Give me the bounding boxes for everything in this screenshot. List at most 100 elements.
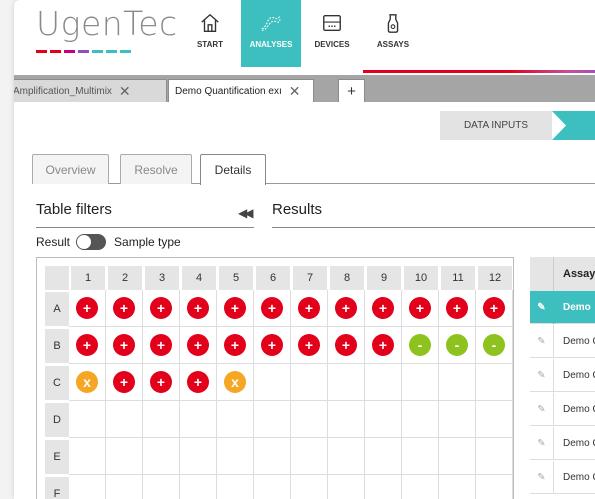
nav-start[interactable]: START (180, 0, 240, 67)
positive-result-well[interactable]: + (187, 371, 209, 393)
result-sample-type-toggle[interactable] (76, 234, 107, 250)
plate-well-cell[interactable]: - (476, 327, 513, 364)
plate-well-cell[interactable]: + (180, 364, 217, 401)
doc-tab-demo-quantification[interactable]: Demo Quantification exı ✕ (168, 79, 314, 102)
plate-column-header[interactable]: 1 (71, 266, 105, 290)
positive-result-well[interactable]: + (298, 297, 320, 319)
invalid-result-well[interactable]: x (76, 371, 98, 393)
collapse-left-icon[interactable]: ◀◀ (238, 206, 254, 220)
doc-tab-amplification[interactable]: Amplification_Multimix ✕ (14, 79, 167, 102)
plate-well-cell[interactable]: + (217, 290, 254, 327)
positive-result-well[interactable]: + (224, 297, 246, 319)
plate-column-header[interactable]: 9 (367, 266, 401, 290)
pencil-icon[interactable]: ✎ (530, 460, 554, 494)
plate-well-cell[interactable] (328, 475, 365, 499)
pencil-icon[interactable]: ✎ (530, 426, 554, 460)
plate-well-cell[interactable] (328, 401, 365, 438)
plate-well-cell[interactable] (365, 438, 402, 475)
plate-well-cell[interactable] (180, 401, 217, 438)
plate-column-header[interactable]: 10 (404, 266, 438, 290)
plate-well-cell[interactable]: - (439, 327, 476, 364)
plate-well-cell[interactable] (180, 475, 217, 499)
plate-well-cell[interactable] (69, 401, 106, 438)
plate-well-cell[interactable]: + (180, 290, 217, 327)
plate-column-header[interactable]: 12 (478, 266, 512, 290)
plate-well-cell[interactable] (439, 438, 476, 475)
plate-well-cell[interactable] (476, 438, 513, 475)
plate-well-cell[interactable] (69, 475, 106, 499)
plate-well-cell[interactable] (217, 401, 254, 438)
plate-well-cell[interactable]: + (106, 364, 143, 401)
plate-column-header[interactable]: 7 (293, 266, 327, 290)
plate-well-cell[interactable]: - (402, 327, 439, 364)
positive-result-well[interactable]: + (261, 297, 283, 319)
plate-well-cell[interactable] (402, 438, 439, 475)
plate-column-header[interactable]: 11 (441, 266, 475, 290)
add-tab-button[interactable]: + (338, 79, 365, 102)
plate-well-cell[interactable] (143, 475, 180, 499)
negative-result-well[interactable]: - (483, 334, 505, 356)
plate-well-cell[interactable]: + (328, 290, 365, 327)
plate-well-cell[interactable] (476, 401, 513, 438)
positive-result-well[interactable]: + (150, 371, 172, 393)
plate-well-cell[interactable]: + (254, 327, 291, 364)
plate-well-cell[interactable]: + (143, 290, 180, 327)
plate-row-header[interactable]: F (45, 477, 69, 499)
pencil-icon[interactable]: ✎ (530, 324, 554, 358)
plate-column-header[interactable]: 4 (182, 266, 216, 290)
positive-result-well[interactable]: + (187, 297, 209, 319)
positive-result-well[interactable]: + (409, 297, 431, 319)
invalid-result-well[interactable]: x (224, 371, 246, 393)
plate-row-header[interactable]: E (45, 440, 69, 474)
table-row[interactable]: ✎ Demo Q (530, 426, 595, 460)
plate-well-cell[interactable]: + (402, 290, 439, 327)
plate-well-cell[interactable] (143, 438, 180, 475)
plate-well-cell[interactable] (365, 475, 402, 499)
tab-resolve[interactable]: Resolve (120, 154, 192, 184)
positive-result-well[interactable]: + (113, 371, 135, 393)
plate-well-cell[interactable] (365, 364, 402, 401)
positive-result-well[interactable]: + (187, 334, 209, 356)
positive-result-well[interactable]: + (446, 297, 468, 319)
plate-well-cell[interactable] (106, 475, 143, 499)
positive-result-well[interactable]: + (261, 334, 283, 356)
plate-well-cell[interactable]: + (439, 290, 476, 327)
plate-well-cell[interactable]: + (106, 327, 143, 364)
plate-well-cell[interactable] (439, 475, 476, 499)
plate-well-cell[interactable]: + (180, 327, 217, 364)
plate-well-cell[interactable] (402, 401, 439, 438)
plate-well-cell[interactable] (217, 438, 254, 475)
positive-result-well[interactable]: + (113, 297, 135, 319)
plate-well-cell[interactable]: + (476, 290, 513, 327)
plate-well-cell[interactable]: + (69, 290, 106, 327)
table-row[interactable]: ✎ Demo (530, 290, 595, 324)
plate-well-cell[interactable] (106, 401, 143, 438)
plate-well-cell[interactable]: + (143, 364, 180, 401)
plate-well-cell[interactable] (439, 364, 476, 401)
table-row[interactable]: ✎ Demo Q (530, 392, 595, 426)
pencil-icon[interactable]: ✎ (530, 290, 554, 324)
plate-well-cell[interactable]: + (291, 290, 328, 327)
plate-well-cell[interactable] (291, 401, 328, 438)
tab-details[interactable]: Details (200, 154, 266, 185)
plate-well-cell[interactable] (328, 364, 365, 401)
plate-well-cell[interactable] (402, 364, 439, 401)
positive-result-well[interactable]: + (372, 297, 394, 319)
plate-well-cell[interactable] (476, 475, 513, 499)
plate-well-cell[interactable]: + (69, 327, 106, 364)
negative-result-well[interactable]: - (409, 334, 431, 356)
plate-well-cell[interactable] (217, 475, 254, 499)
positive-result-well[interactable]: + (150, 297, 172, 319)
nav-devices[interactable]: DEVICES (302, 0, 362, 67)
step-next-chevron[interactable] (552, 111, 595, 140)
plate-row-header[interactable]: A (45, 292, 69, 326)
positive-result-well[interactable]: + (76, 297, 98, 319)
positive-result-well[interactable]: + (335, 297, 357, 319)
pencil-icon[interactable]: ✎ (530, 392, 554, 426)
table-row[interactable]: ✎ Demo Q (530, 460, 595, 494)
plate-column-header[interactable]: 2 (108, 266, 142, 290)
table-row[interactable]: ✎ Demo Q (530, 324, 595, 358)
nav-assays[interactable]: ASSAYS (363, 0, 423, 73)
positive-result-well[interactable]: + (113, 334, 135, 356)
plate-well-cell[interactable] (291, 475, 328, 499)
